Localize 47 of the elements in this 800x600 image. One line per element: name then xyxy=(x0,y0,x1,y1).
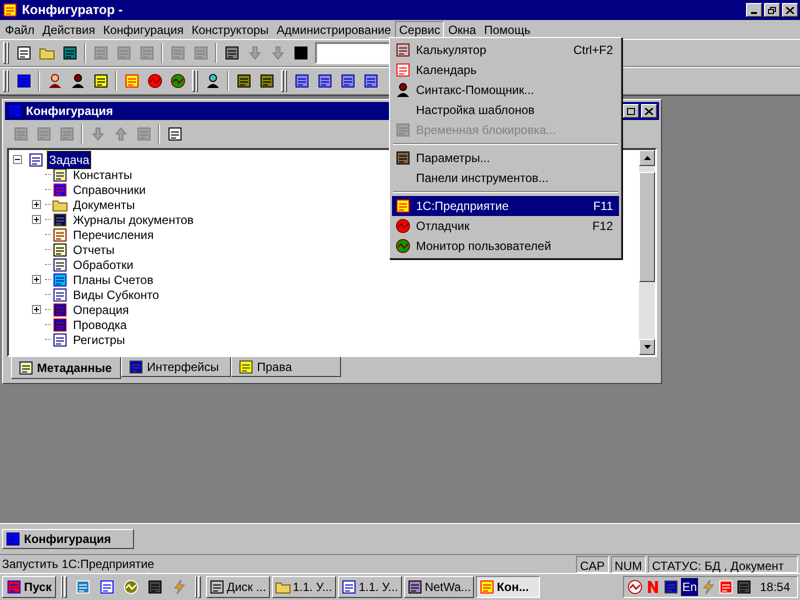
tree-item[interactable]: Справочники xyxy=(72,180,147,198)
tree-item[interactable]: Журналы документов xyxy=(72,210,195,228)
window-title: Конфигурация xyxy=(26,103,114,120)
taskbar-button[interactable]: 1.1. У... xyxy=(338,576,402,598)
tree-item[interactable]: Задача xyxy=(47,150,92,168)
menu-item[interactable]: Монитор пользователей xyxy=(392,236,619,256)
menu-item[interactable]: Действия xyxy=(38,20,100,38)
tree-item[interactable]: Планы Счетов xyxy=(72,270,154,288)
tree-item[interactable]: Константы xyxy=(72,166,134,184)
window-title: Конфигуратор - xyxy=(22,1,123,20)
start-button[interactable]: Пуск xyxy=(2,576,56,598)
menu-item[interactable]: Конструкторы xyxy=(188,20,273,38)
tab[interactable]: Права xyxy=(231,357,341,377)
taskbar-button[interactable]: Кон... xyxy=(476,576,540,598)
tree-item[interactable]: Проводка xyxy=(72,316,128,334)
taskbar-button[interactable]: 1.1. У... xyxy=(272,576,336,598)
tree-item[interactable]: Документы xyxy=(72,196,136,214)
tree-item[interactable]: Отчеты xyxy=(72,240,116,258)
menu-item[interactable]: Администрирование xyxy=(272,20,396,38)
menu-item[interactable]: Помощь xyxy=(480,20,534,38)
tab[interactable]: Интерфейсы xyxy=(121,357,231,377)
tree-item[interactable]: Виды Субконто xyxy=(72,286,160,304)
tree-item[interactable]: Обработки xyxy=(72,256,134,274)
tree-item[interactable]: Операция xyxy=(72,300,130,318)
taskbar-button[interactable]: Диск ... xyxy=(206,576,270,598)
tree-item[interactable]: Регистры xyxy=(72,330,126,348)
menu-item[interactable]: Конфигурация xyxy=(99,20,188,38)
status-panel: CAP xyxy=(576,556,609,572)
status-panel: NUM xyxy=(610,556,646,572)
menu-item[interactable]: 1С:Предприятие F11 xyxy=(392,196,619,216)
menu-item[interactable]: Настройка шаблонов xyxy=(392,100,619,120)
clock: 18:54 xyxy=(760,579,790,596)
menu-item[interactable]: Окна xyxy=(444,20,480,38)
minimized-window[interactable]: Конфигурация xyxy=(2,529,134,549)
menu-item[interactable]: Синтакс-Помощник... xyxy=(392,80,619,100)
menu-item[interactable]: Параметры... xyxy=(392,148,619,168)
tab[interactable]: Метаданные xyxy=(11,357,121,379)
menu-item[interactable]: Файл xyxy=(1,20,39,38)
language-indicator[interactable]: En xyxy=(681,578,698,596)
status-panel: СТАТУС: БД , Документ xyxy=(648,556,798,572)
tree-item[interactable]: Перечисления xyxy=(72,226,155,244)
menu-item[interactable]: Календарь xyxy=(392,60,619,80)
menu-item[interactable]: Калькулятор Ctrl+F2 xyxy=(392,40,619,60)
taskbar-button[interactable]: NetWa... xyxy=(404,576,474,598)
menu-item[interactable]: Отладчик F12 xyxy=(392,216,619,236)
status-message: Запустить 1С:Предприятие xyxy=(2,556,156,573)
menu-item[interactable]: Панели инструментов... xyxy=(392,168,619,188)
